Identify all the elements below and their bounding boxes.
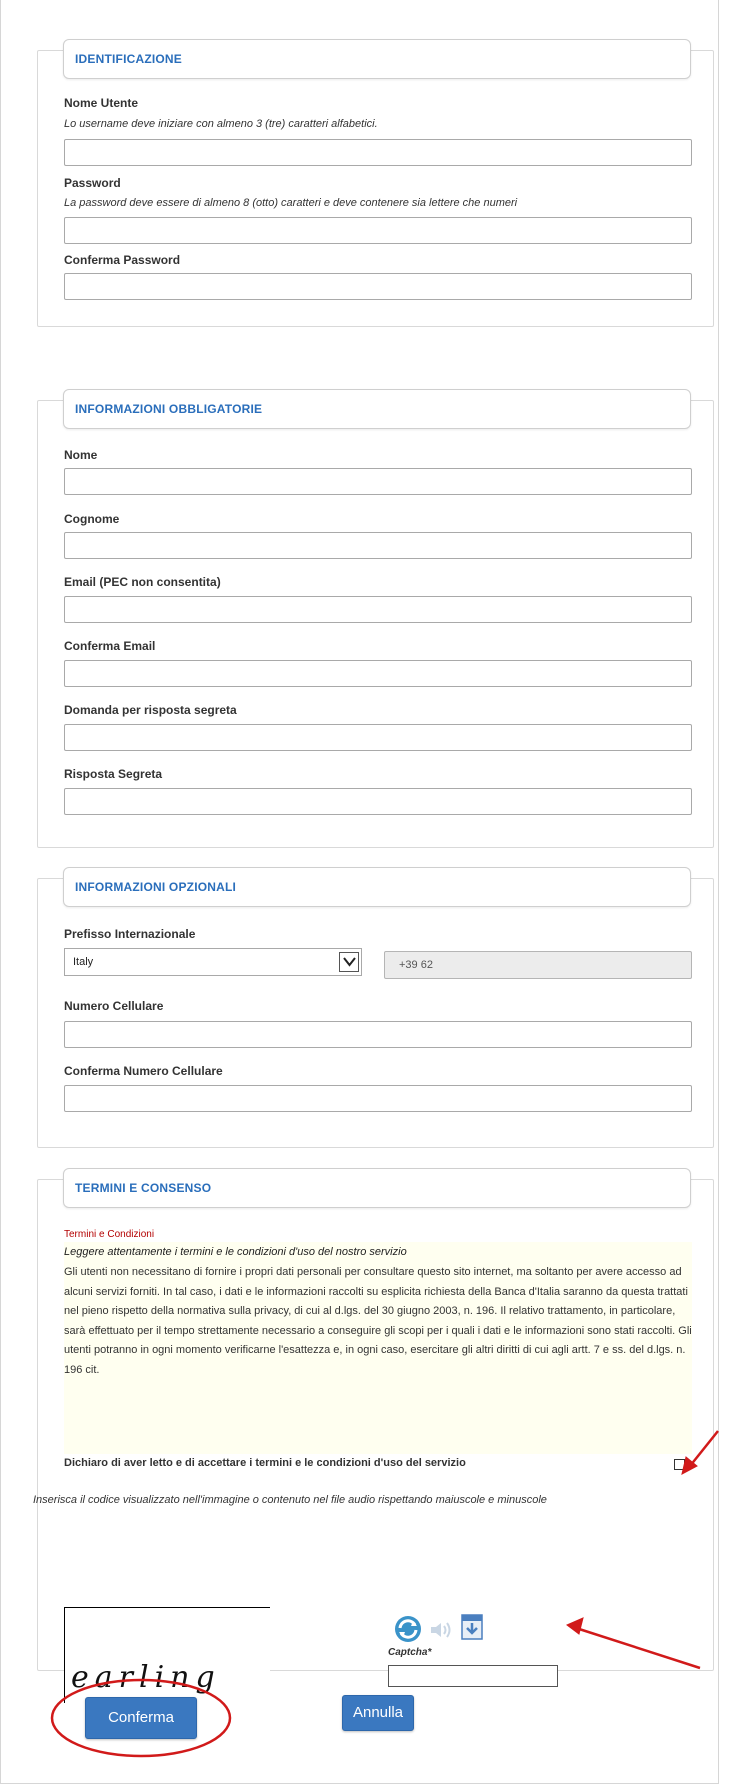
section-legend: INFORMAZIONI OPZIONALI	[63, 867, 691, 907]
captcha-image: earling	[64, 1607, 270, 1703]
terms-body: Gli utenti non necessitano di fornire i …	[64, 1266, 692, 1376]
cellulare-input[interactable]	[64, 1021, 692, 1048]
country-select[interactable]: Italy	[64, 948, 362, 976]
nome-label: Nome	[64, 448, 98, 462]
section-opzionali: INFORMAZIONI OPZIONALI Prefisso Internaz…	[37, 867, 714, 1148]
download-icon[interactable]	[461, 1614, 483, 1640]
password-label: Password	[64, 176, 121, 190]
captcha-text: earling	[71, 1660, 221, 1695]
terms-box: Leggere attentamente i termini e le cond…	[64, 1242, 692, 1454]
password-input[interactable]	[64, 217, 692, 244]
username-hint: Lo username deve iniziare con almeno 3 (…	[64, 118, 378, 130]
captcha-label: Captcha*	[388, 1647, 432, 1658]
chevron-down-icon[interactable]	[339, 952, 359, 972]
domanda-label: Domanda per risposta segreta	[64, 703, 237, 717]
email-label: Email (PEC non consentita)	[64, 575, 221, 589]
accept-terms-label: Dichiaro di aver letto e di accettare i …	[64, 1457, 466, 1469]
terms-lead: Leggere attentamente i termini e le cond…	[64, 1246, 407, 1258]
confirm-password-input[interactable]	[64, 273, 692, 300]
captcha-input[interactable]	[388, 1665, 558, 1687]
country-selected-value: Italy	[73, 956, 94, 968]
nome-input[interactable]	[64, 468, 692, 495]
risposta-input[interactable]	[64, 788, 692, 815]
prefix-display: +39 62	[384, 951, 692, 979]
prefisso-label: Prefisso Internazionale	[64, 927, 196, 941]
audio-icon[interactable]	[429, 1619, 455, 1641]
section-legend: IDENTIFICAZIONE	[63, 39, 691, 79]
cancel-button[interactable]: Annulla	[342, 1695, 414, 1731]
section-legend: INFORMAZIONI OBBLIGATORIE	[63, 389, 691, 429]
password-hint: La password deve essere di almeno 8 (ott…	[64, 197, 518, 209]
username-input[interactable]	[64, 139, 692, 166]
terms-title: Termini e Condizioni	[64, 1229, 155, 1240]
risposta-label: Risposta Segreta	[64, 767, 163, 781]
confirm-password-label: Conferma Password	[64, 253, 181, 267]
captcha-instructions: Inserisca il codice visualizzato nell'im…	[33, 1494, 547, 1506]
cognome-label: Cognome	[64, 512, 120, 526]
confirm-cellulare-label: Conferma Numero Cellulare	[64, 1064, 223, 1078]
domanda-input[interactable]	[64, 724, 692, 751]
username-label: Nome Utente	[64, 96, 139, 110]
section-identificazione: IDENTIFICAZIONE Nome Utente Lo username …	[37, 39, 714, 327]
section-legend: TERMINI E CONSENSO	[63, 1168, 691, 1208]
cellulare-label: Numero Cellulare	[64, 999, 164, 1013]
confirm-cellulare-input[interactable]	[64, 1085, 692, 1112]
cognome-input[interactable]	[64, 532, 692, 559]
accept-terms-checkbox[interactable]	[674, 1459, 685, 1470]
refresh-icon[interactable]	[391, 1614, 425, 1644]
registration-page: IDENTIFICAZIONE Nome Utente Lo username …	[0, 0, 719, 1784]
confirm-email-input[interactable]	[64, 660, 692, 687]
section-termini: TERMINI E CONSENSO Termini e Condizioni …	[33, 1168, 714, 1703]
confirm-email-label: Conferma Email	[64, 639, 156, 653]
email-input[interactable]	[64, 596, 692, 623]
confirm-button[interactable]: Conferma	[85, 1697, 197, 1739]
section-obbligatorie: INFORMAZIONI OBBLIGATORIE Nome Cognome E…	[37, 389, 714, 848]
